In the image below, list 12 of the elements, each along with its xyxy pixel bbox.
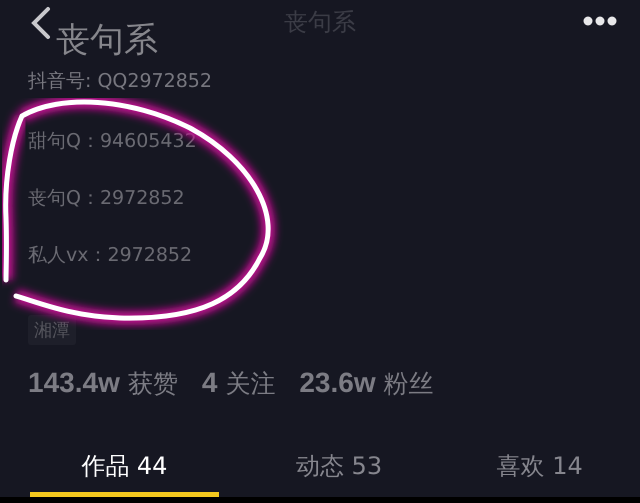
account-id: 抖音号: QQ2972852 <box>28 69 213 94</box>
bio-line: 丧句Q：2972852 <box>28 187 186 210</box>
profile-name: 丧句系 <box>56 19 158 62</box>
stat-count[interactable]: 23.6w 粉丝 <box>299 367 434 400</box>
back-icon[interactable] <box>30 6 52 40</box>
stat-count[interactable]: 4 关注 <box>202 367 276 400</box>
bio-line: 甜句Q：94605432 <box>28 130 198 153</box>
more-icon[interactable] <box>582 15 618 27</box>
stat-count[interactable]: 143.4w 获赞 <box>28 367 178 400</box>
profile-tab[interactable]: 喜欢 14 <box>445 443 634 497</box>
profile-tab[interactable]: 动态 53 <box>244 443 434 497</box>
bio-line: 私人vx：2972852 <box>28 244 194 267</box>
